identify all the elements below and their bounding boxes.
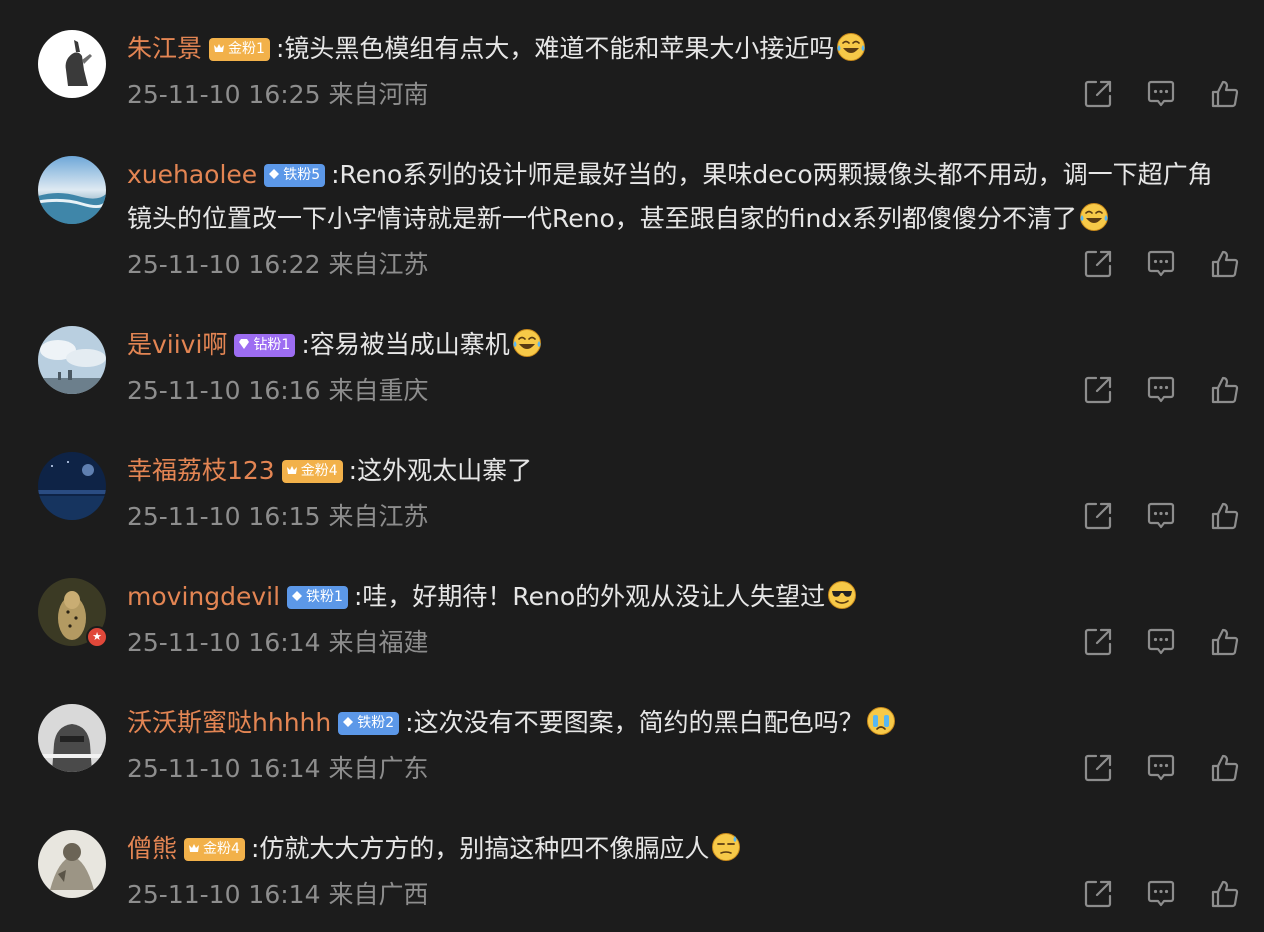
share-icon[interactable] [1082, 752, 1114, 784]
comment-icon[interactable] [1145, 626, 1177, 658]
comment-content: 僧熊 金粉4:仿就大大方方的，别搞这种四不像膈应人 [127, 827, 1237, 871]
comment-location: 来自江苏 [328, 250, 429, 279]
comment-location: 来自广西 [328, 880, 429, 909]
avatar[interactable] [38, 156, 106, 224]
comment-text: :仿就大大方方的，别搞这种四不像膈应人 [250, 834, 710, 863]
comment-time: 25-11-10 16:15 [127, 502, 321, 531]
like-icon[interactable] [1209, 878, 1241, 910]
fan-badge[interactable]: 铁粉2 [338, 712, 400, 735]
comment-meta: 25-11-10 16:14 来自广西 [127, 880, 428, 910]
username-link[interactable]: movingdevil [127, 582, 280, 611]
comment-time: 25-11-10 16:25 [127, 80, 321, 109]
comment-text: :这外观太山寨了 [348, 456, 533, 485]
unamused-sweat-emoji [711, 832, 741, 862]
share-icon[interactable] [1082, 78, 1114, 110]
diamond-icon [292, 591, 303, 601]
avatar[interactable] [38, 704, 106, 772]
crown-icon [286, 466, 297, 474]
verified-badge-icon: ★ [86, 626, 108, 648]
share-icon[interactable] [1082, 248, 1114, 280]
like-icon[interactable] [1209, 626, 1241, 658]
crown-icon [189, 844, 200, 852]
avatar[interactable] [38, 326, 106, 394]
avatar[interactable] [38, 30, 106, 98]
comment-meta: 25-11-10 16:15 来自江苏 [127, 502, 428, 532]
laugh-cry-emoji [836, 32, 866, 62]
like-icon[interactable] [1209, 500, 1241, 532]
fan-badge[interactable]: 铁粉5 [264, 164, 326, 187]
comment-location: 来自江苏 [328, 502, 429, 531]
like-icon[interactable] [1209, 248, 1241, 280]
laugh-cry-emoji [512, 328, 542, 358]
crown-icon [214, 44, 225, 52]
share-icon[interactable] [1082, 374, 1114, 406]
sunglasses-emoji [827, 580, 857, 610]
comment-icon[interactable] [1145, 374, 1177, 406]
avatar[interactable] [38, 452, 106, 520]
share-icon[interactable] [1082, 626, 1114, 658]
comment-actions [1082, 248, 1242, 282]
username-link[interactable]: 沃沃斯蜜哒hhhhh [127, 708, 331, 737]
fan-badge[interactable]: 金粉4 [281, 460, 343, 483]
comment-icon[interactable] [1145, 500, 1177, 532]
comment-meta: 25-11-10 16:22 来自江苏 [127, 250, 428, 280]
comment-actions [1082, 752, 1242, 786]
like-icon[interactable] [1209, 752, 1241, 784]
username-link[interactable]: 幸福荔枝123 [127, 456, 275, 485]
comment-actions [1082, 878, 1242, 912]
comment-time: 25-11-10 16:14 [127, 880, 321, 909]
comment-location: 来自重庆 [328, 376, 429, 405]
comment-meta: 25-11-10 16:25 来自河南 [127, 80, 428, 110]
gem-icon [239, 339, 250, 349]
comment-content: 幸福荔枝123 金粉4:这外观太山寨了 [127, 449, 1237, 493]
like-icon[interactable] [1209, 78, 1241, 110]
username-link[interactable]: 朱江景 [127, 34, 202, 63]
comment-content: movingdevil 铁粉1:哇，好期待！Reno的外观从没让人失望过 [127, 575, 1237, 619]
comment-time: 25-11-10 16:14 [127, 628, 321, 657]
comment-icon[interactable] [1145, 878, 1177, 910]
comment-content: xuehaolee 铁粉5:Reno系列的设计师是最好当的，果味deco两颗摄像头… [127, 153, 1237, 241]
comment-actions [1082, 626, 1242, 660]
comment-time: 25-11-10 16:22 [127, 250, 321, 279]
avatar[interactable] [38, 830, 106, 898]
crying-emoji [866, 706, 896, 736]
like-icon[interactable] [1209, 374, 1241, 406]
comment-meta: 25-11-10 16:16 来自重庆 [127, 376, 428, 406]
comment-location: 来自福建 [328, 628, 429, 657]
comment-icon[interactable] [1145, 752, 1177, 784]
comment-content: 沃沃斯蜜哒hhhhh 铁粉2:这次没有不要图案，简约的黑白配色吗？ [127, 701, 1237, 745]
comment-icon[interactable] [1145, 248, 1177, 280]
diamond-icon [343, 717, 354, 727]
diamond-icon [269, 169, 280, 179]
comment-actions [1082, 500, 1242, 534]
username-link[interactable]: xuehaolee [127, 160, 257, 189]
comment-meta: 25-11-10 16:14 来自福建 [127, 628, 428, 658]
comment-text: :容易被当成山寨机 [301, 330, 510, 359]
fan-badge[interactable]: 铁粉1 [287, 586, 348, 609]
comment-list: 朱江景 金粉1:镜头黑色模组有点大，难道不能和苹果大小接近吗 25-11-10 1… [0, 0, 1264, 932]
share-icon[interactable] [1082, 878, 1114, 910]
laugh-cry-emoji [1079, 202, 1109, 232]
comment-location: 来自河南 [328, 80, 429, 109]
username-link[interactable]: 僧熊 [127, 834, 177, 863]
comment-text: :这次没有不要图案，简约的黑白配色吗？ [405, 708, 864, 737]
share-icon[interactable] [1082, 500, 1114, 532]
comment-actions [1082, 78, 1242, 112]
comment-text: :哇，好期待！Reno的外观从没让人失望过 [353, 582, 826, 611]
comment-content: 是viivi啊 钻粉1:容易被当成山寨机 [127, 323, 1237, 367]
comment-text: :镜头黑色模组有点大，难道不能和苹果大小接近吗 [275, 34, 835, 63]
fan-badge[interactable]: 钻粉1 [234, 334, 296, 357]
comment-content: 朱江景 金粉1:镜头黑色模组有点大，难道不能和苹果大小接近吗 [127, 27, 1237, 71]
comment-time: 25-11-10 16:16 [127, 376, 321, 405]
comment-icon[interactable] [1145, 78, 1177, 110]
comment-location: 来自广东 [328, 754, 429, 783]
fan-badge[interactable]: 金粉1 [209, 38, 270, 61]
fan-badge[interactable]: 金粉4 [184, 838, 245, 861]
comment-actions [1082, 374, 1242, 408]
comment-meta: 25-11-10 16:14 来自广东 [127, 754, 428, 784]
comment-time: 25-11-10 16:14 [127, 754, 321, 783]
username-link[interactable]: 是viivi啊 [127, 330, 227, 359]
